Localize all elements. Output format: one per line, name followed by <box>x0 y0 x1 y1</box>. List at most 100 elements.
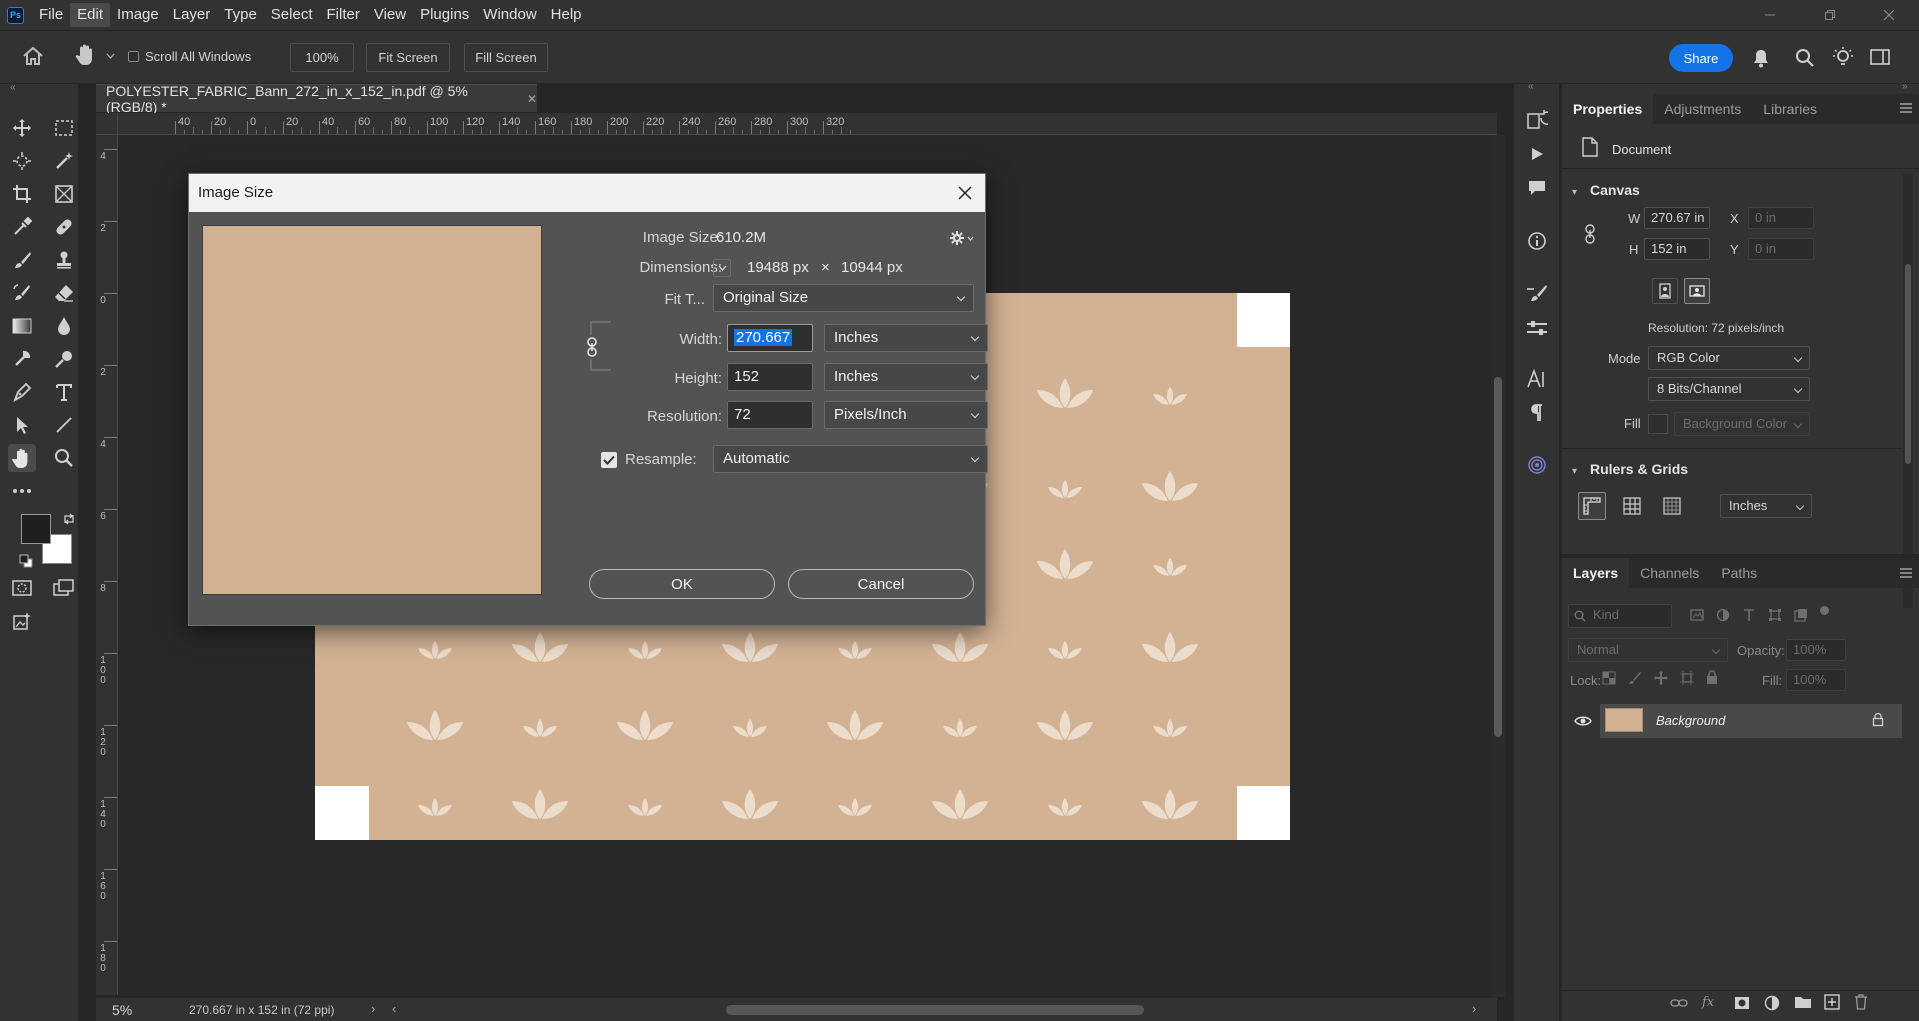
collapse-icon[interactable]: « <box>10 82 16 93</box>
canvas-width-field[interactable]: 270.67 in <box>1644 207 1710 229</box>
blend-mode-dropdown[interactable]: Normal <box>1568 638 1728 662</box>
document-tab[interactable]: POLYESTER_FABRIC_Bann_272_in_x_152_in.pd… <box>96 83 537 115</box>
menu-plugins[interactable]: Plugins <box>413 3 476 27</box>
smart-object-filter-icon[interactable] <box>1794 608 1808 622</box>
quick-mask-icon[interactable] <box>8 574 36 602</box>
properties-scroll-thumb[interactable] <box>1905 264 1911 464</box>
add-mask-icon[interactable] <box>1734 996 1750 1010</box>
menu-help[interactable]: Help <box>544 3 589 27</box>
height-input[interactable]: 152 <box>727 363 813 391</box>
layers-menu-icon[interactable] <box>1900 568 1912 578</box>
pixel-grid-toggle-icon[interactable] <box>1658 492 1686 520</box>
collapse-icon[interactable]: « <box>1528 81 1534 92</box>
ok-button[interactable]: OK <box>589 569 775 599</box>
type-tool-icon[interactable] <box>50 378 78 406</box>
menu-select[interactable]: Select <box>264 3 320 27</box>
scroll-all-windows-option[interactable]: Scroll All Windows <box>128 49 251 64</box>
hand-tool-button[interactable] <box>8 444 36 472</box>
history-panel-icon[interactable] <box>1523 106 1551 134</box>
bell-icon[interactable] <box>1752 48 1770 68</box>
layer-name[interactable]: Background <box>1656 713 1725 728</box>
new-layer-icon[interactable] <box>1824 994 1840 1010</box>
brush-tool-icon[interactable] <box>8 246 36 274</box>
document-info[interactable]: 270.667 in x 152 in (72 ppi) <box>189 1003 334 1017</box>
canvas-height-field[interactable]: 152 in <box>1644 238 1710 260</box>
bit-depth-dropdown[interactable]: 8 Bits/Channel <box>1648 377 1810 401</box>
tab-channels[interactable]: Channels <box>1629 558 1710 588</box>
restore-button[interactable] <box>1800 0 1860 30</box>
resolution-input[interactable]: 72 <box>727 401 813 429</box>
chevron-right-icon[interactable]: › <box>371 1001 375 1016</box>
pen-tool-icon[interactable] <box>8 378 36 406</box>
zoom-level[interactable]: 5% <box>112 1002 132 1018</box>
lightbulb-icon[interactable] <box>1832 46 1854 68</box>
filter-toggle-icon[interactable] <box>1820 606 1829 615</box>
ruler-origin[interactable] <box>96 113 118 135</box>
home-icon[interactable] <box>22 46 44 66</box>
actions-panel-icon[interactable] <box>1523 140 1551 168</box>
healing-brush-tool-icon[interactable] <box>50 213 78 241</box>
content-credentials-icon[interactable] <box>1523 451 1551 479</box>
scroll-all-windows-checkbox[interactable] <box>128 51 139 62</box>
fx-icon[interactable]: fx <box>1702 995 1714 1010</box>
scroll-left-icon[interactable]: ‹ <box>392 1001 396 1016</box>
vertical-scrollbar[interactable] <box>1491 135 1505 997</box>
tab-libraries[interactable]: Libraries <box>1752 94 1828 124</box>
dimensions-unit-dropdown[interactable] <box>713 259 731 277</box>
type-layer-filter-icon[interactable] <box>1742 608 1756 622</box>
magic-wand-tool-icon[interactable] <box>50 147 78 175</box>
frame-tool-icon[interactable] <box>50 180 78 208</box>
layer-lock-icon[interactable] <box>1872 712 1884 727</box>
crop-tool-icon[interactable] <box>8 180 36 208</box>
search-icon[interactable] <box>1795 48 1815 68</box>
width-input[interactable]: 270.667 <box>727 324 813 352</box>
object-selection-tool-icon[interactable] <box>8 147 36 175</box>
clone-stamp-tool-icon[interactable] <box>50 246 78 274</box>
lock-artboard-icon[interactable] <box>1680 671 1694 685</box>
lock-all-icon[interactable] <box>1706 670 1718 685</box>
tab-paths[interactable]: Paths <box>1710 558 1768 588</box>
character-panel-icon[interactable] <box>1523 365 1551 393</box>
canvas-y-field[interactable]: 0 in <box>1748 238 1814 260</box>
new-adjustment-layer-icon[interactable] <box>1764 995 1780 1011</box>
swap-colors-icon[interactable] <box>62 512 76 526</box>
close-window-button[interactable] <box>1859 0 1919 30</box>
generative-fill-icon[interactable] <box>8 607 36 635</box>
pixel-layer-filter-icon[interactable] <box>1690 608 1704 622</box>
line-tool-icon[interactable] <box>50 411 78 439</box>
menu-view[interactable]: View <box>367 3 413 27</box>
foreground-color-swatch[interactable] <box>21 514 51 544</box>
menu-edit[interactable]: Edit <box>70 3 111 27</box>
portrait-orientation-icon[interactable] <box>1652 278 1678 304</box>
tab-adjustments[interactable]: Adjustments <box>1653 94 1752 124</box>
dodge-tool-icon[interactable] <box>8 345 36 373</box>
tab-layers[interactable]: Layers <box>1562 558 1630 588</box>
zoom-tool-icon[interactable] <box>50 444 78 472</box>
history-brush-tool-icon[interactable] <box>8 279 36 307</box>
scroll-right-icon[interactable]: › <box>1472 1001 1476 1016</box>
link-icon[interactable] <box>1584 224 1596 244</box>
canvas-x-field[interactable]: 0 in <box>1748 207 1814 229</box>
screen-mode-icon[interactable] <box>50 574 78 602</box>
share-button[interactable]: Share <box>1669 44 1733 72</box>
resample-dropdown[interactable]: Automatic <box>713 445 988 473</box>
menu-file[interactable]: File <box>32 3 70 27</box>
collapse-panels-icon[interactable]: » <box>1902 81 1908 92</box>
width-unit-dropdown[interactable]: Inches <box>824 324 988 352</box>
zoom-100-button[interactable]: 100% <box>290 43 354 72</box>
gradient-tool-icon[interactable] <box>8 312 36 340</box>
fit-screen-button[interactable]: Fit Screen <box>366 43 450 72</box>
vertical-scroll-thumb[interactable] <box>1494 377 1502 737</box>
close-tab-icon[interactable]: ✕ <box>527 92 537 106</box>
path-selection-tool-icon[interactable] <box>8 411 36 439</box>
dialog-close-icon[interactable] <box>955 183 975 203</box>
shape-layer-filter-icon[interactable] <box>1768 608 1782 622</box>
more-tools-icon[interactable] <box>8 477 36 505</box>
fill-color-swatch[interactable] <box>1648 414 1668 434</box>
gear-icon[interactable] <box>949 230 974 246</box>
brush-settings-panel-icon[interactable] <box>1523 280 1551 308</box>
grid-toggle-icon[interactable] <box>1618 492 1646 520</box>
fill-opacity-field[interactable]: 100% <box>1786 669 1846 691</box>
move-tool-icon[interactable] <box>8 114 36 142</box>
comments-panel-icon[interactable] <box>1523 174 1551 202</box>
